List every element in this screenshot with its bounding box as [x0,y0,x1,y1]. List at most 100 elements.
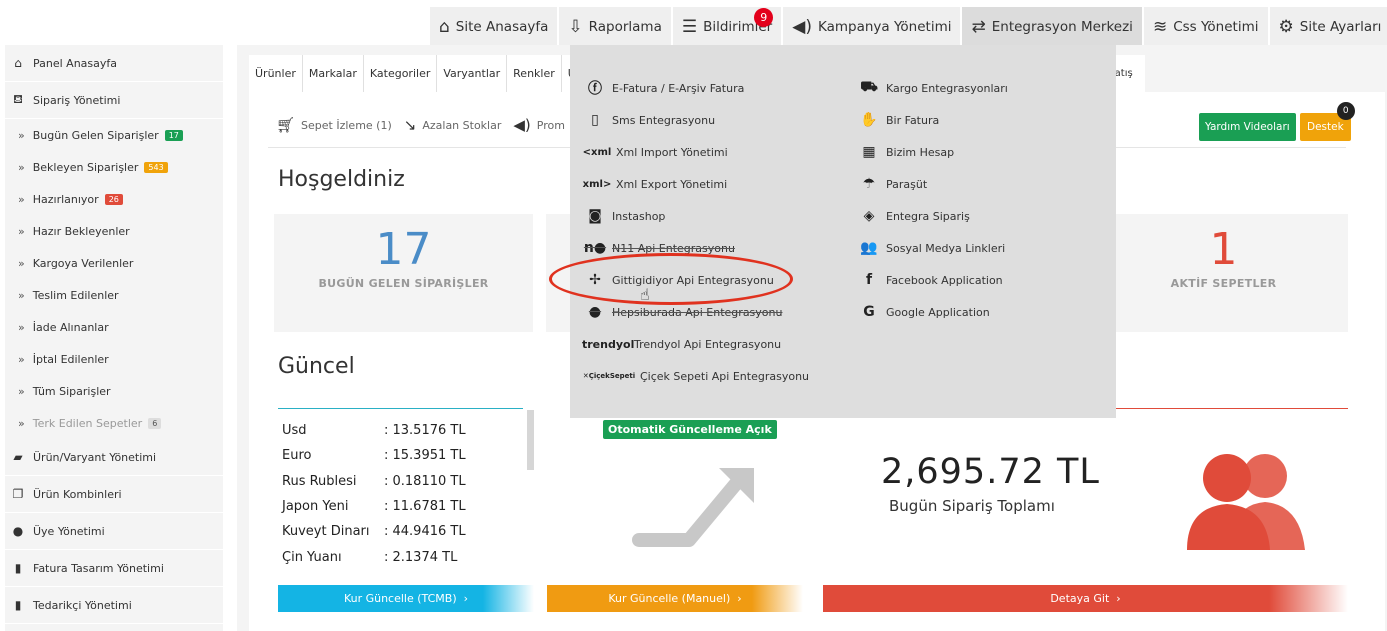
nav-css-yonetimi[interactable]: ≋ Css Yönetimi [1141,7,1268,47]
tab-3[interactable]: Varyantlar [437,55,508,92]
current-heading: Güncel [278,354,355,379]
sidebar-item-fatura-tasarım-yönetimi[interactable]: ▮ Fatura Tasarım Yönetimi [5,550,223,587]
menu-item-birfatura[interactable]: ✋ Bir Fatura [856,104,1008,136]
sidebar-subitem-i-ptal-edilenler[interactable]: » İptal Edilenler [5,343,223,375]
menu-item-label: Facebook Application [886,273,1003,287]
menu-item-xml-import[interactable]: <xml Xml Import Yönetimi [582,136,809,168]
sidebar-item-ürün-kombinleri[interactable]: ❐ Ürün Kombinleri [5,476,223,513]
rate-row: Çin Yuanı: 2.1374 TL [282,544,466,569]
bag-icon: ▰ [13,450,23,464]
sidebar-item-üye-yönetimi[interactable]: ● Üye Yönetimi [5,513,223,550]
sidebar-subitem-bekleyen-siparişler[interactable]: » Bekleyen Siparişler 543 [5,151,223,183]
sidebar-subitem-tüm-siparişler[interactable]: » Tüm Siparişler [5,375,223,407]
rate-value: : 0.18110 TL [384,473,466,489]
megaphone-icon: ◀) [792,17,812,37]
layers-icon: ≋ [1152,17,1168,37]
menu-item-label: Trendyol Api Entegrasyonu [634,337,782,351]
sidebar-item-tedarikçi-yönetimi[interactable]: ▮ Tedarikçi Yönetimi [5,587,223,624]
tab-0[interactable]: Ürünler [249,55,303,92]
user-icon: ● [12,524,24,538]
tab-4[interactable]: Renkler [507,55,562,92]
menu-item-label: Xml Export Yönetimi [616,177,728,191]
gear-icon: ⚙ [1278,17,1294,37]
menu-item-xml-export[interactable]: xml> Xml Export Yönetimi [582,168,809,200]
nav-label: Raporlama [588,19,662,35]
menu-item-label: Hepsiburada Api Entegrasyonu [612,305,783,319]
menu-item-facebook[interactable]: f Facebook Application [856,264,1008,296]
nav-site-ayarlari[interactable]: ⚙ Site Ayarları [1267,7,1387,47]
menu-item-label: Çiçek Sepeti Api Entegrasyonu [640,369,810,383]
sidebar-subitem-hazır-bekleyenler[interactable]: » Hazır Bekleyenler [5,215,223,247]
menu-item-truck[interactable]: ⛟ Kargo Entegrasyonları [856,72,1008,104]
sepet-izleme-link[interactable]: 🛒︎ Sepet İzleme (1) [276,116,392,134]
nav-label: Css Yönetimi [1173,19,1259,35]
sidebar-subitem-terk-edilen-sepetler[interactable]: » Terk Edilen Sepetler 6 [5,407,223,439]
efatura-icon: ⓕ [588,81,602,97]
stat-today-orders[interactable]: 17 BUGÜN GELEN SİPARİŞLER [274,214,533,332]
tab-1[interactable]: Markalar [302,55,364,92]
menu-item-entegra[interactable]: ◈ Entegra Sipariş [856,200,1008,232]
chevron-double-right-icon: » [18,416,25,430]
tab-2[interactable]: Kategoriler [363,55,438,92]
copy-icon: ❐ [12,487,24,501]
trend-down-icon: ↘ [403,116,417,134]
nav-entegrasyon-merkezi[interactable]: ⇄ Entegrasyon Merkezi [960,7,1142,47]
xml-import-icon: <xml [582,146,612,158]
rates-scrollbar[interactable] [527,410,534,470]
auto-update-badge: Otomatik Güncelleme Açık [603,420,777,439]
exchange-rates-list: Usd: 13.5176 TL Euro: 15.3951 TL Rus Ruble… [282,418,466,570]
update-rates-manual-button[interactable]: Kur Güncelle (Manuel) › [547,585,803,612]
chevron-right-icon: › [1109,592,1121,605]
sidebar-item-sipariş-yönetimi[interactable]: ⛾ Sipariş Yönetimi [5,82,223,119]
menu-item-google[interactable]: G Google Application [856,296,1008,328]
list-icon: ☰ [681,17,698,37]
support-button[interactable]: Destek 0 [1300,102,1355,141]
sidebar-subitem-bugün-gelen-siparişler[interactable]: » Bugün Gelen Siparişler 17 [5,119,223,151]
sidebar-subitem-teslim-edilenler[interactable]: » Teslim Edilenler [5,279,223,311]
menu-item-users[interactable]: 👥 Sosyal Medya Linkleri [856,232,1008,264]
nav-label: Site Ayarları [1299,19,1382,35]
menu-item-sms[interactable]: ▯ Sms Entegrasyonu [582,104,809,136]
chevron-right-icon: › [730,592,742,605]
help-videos-button[interactable]: Yardım Videoları [1199,113,1296,141]
sidebar-label: İade Alınanlar [32,320,109,334]
integration-dropdown-menu: ⓕ E-Fatura / E-Arşiv Fatura ▯ Sms Entegrasy… [570,45,1116,418]
details-button[interactable]: Detaya Git › [823,585,1348,612]
sidebar-label: Tüm Siparişler [32,384,111,398]
azalan-stoklar-link[interactable]: ↘ Azalan Stoklar [404,116,502,134]
top-navigation: ⌂ Site Anasayfa ⇩ Raporlama ☰ Bildirimler 9 … [428,7,1387,47]
rate-row: Kuveyt Dinarı: 44.9416 TL [282,519,466,544]
menu-item-ciceksepeti[interactable]: ✕ÇiçekSepeti Çiçek Sepeti Api Entegrasyon… [582,360,809,392]
sidebar-subitem-kargoya-verilenler[interactable]: » Kargoya Verilenler [5,247,223,279]
rate-currency: Çin Yuanı [282,549,342,565]
update-rates-tcmb-button[interactable]: Kur Güncelle (TCMB) › [278,585,534,612]
nav-site-anasayfa[interactable]: ⌂ Site Anasayfa [428,7,558,47]
stat-active-carts[interactable]: 1 AKTİF SEPETLER [1099,214,1348,332]
rate-row: Japon Yeni: 11.6781 TL [282,494,466,519]
sidebar-label: Sipariş Yönetimi [33,93,121,107]
promosyon-link[interactable]: ◀) Prom [513,116,565,134]
menu-item-calculator[interactable]: ▦ Bizim Hesap [856,136,1008,168]
sidebar-item-panel-anasayfa[interactable]: ⌂ Panel Anasayfa [5,45,223,82]
sidebar-subitem-i-ade-alınanlar[interactable]: » İade Alınanlar [5,311,223,343]
chevron-double-right-icon: » [18,192,25,206]
hepsiburada-icon: ● [588,304,602,320]
growth-arrow-icon [632,468,754,547]
nav-raporlama[interactable]: ⇩ Raporlama [557,7,671,47]
menu-item-label: E-Fatura / E-Arşiv Fatura [612,81,745,95]
menu-item-label: Google Application [886,305,990,319]
nav-bildirimler[interactable]: ☰ Bildirimler 9 [670,7,782,47]
button-label: Detaya Git [1050,592,1110,605]
chevron-double-right-icon: » [18,320,25,334]
menu-item-efatura[interactable]: ⓕ E-Fatura / E-Arşiv Fatura [582,72,809,104]
sidebar-subitem-hazırlanıyor[interactable]: » Hazırlanıyor 26 [5,183,223,215]
stat-label: AKTİF SEPETLER [1170,277,1277,290]
menu-item-trendyol[interactable]: trendyol Trendyol Api Entegrasyonu [582,328,809,360]
dropdown-column-left: ⓕ E-Fatura / E-Arşiv Fatura ▯ Sms Entegrasy… [582,72,809,392]
nav-kampanya-yonetimi[interactable]: ◀) Kampanya Yönetimi [781,7,961,47]
menu-item-parasut[interactable]: ☂ Paraşüt [856,168,1008,200]
entegra-icon: ◈ [863,208,875,224]
rate-currency: Euro [282,448,312,464]
sidebar-item-ürün-varyant-yönetimi[interactable]: ▰ Ürün/Varyant Yönetimi [5,439,223,476]
menu-item-instagram[interactable]: ◙ Instashop [582,200,809,232]
